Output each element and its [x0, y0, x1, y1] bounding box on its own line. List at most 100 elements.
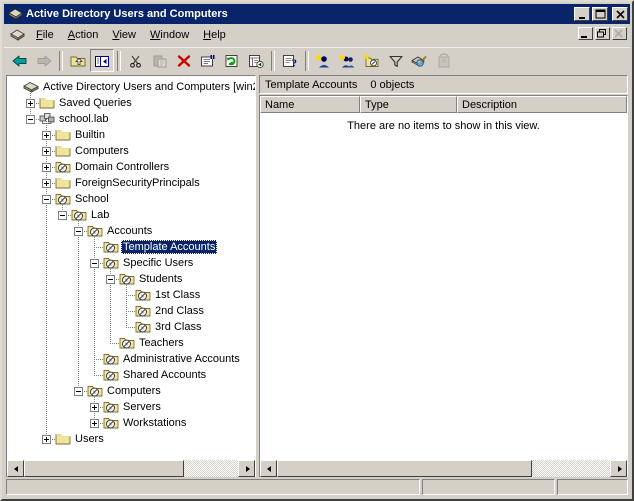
folder-icon — [55, 431, 71, 447]
window-minimize-button[interactable] — [574, 7, 590, 21]
refresh-button[interactable] — [220, 49, 244, 72]
cut-button[interactable] — [124, 49, 148, 72]
tree-node[interactable]: Domain Controllers — [7, 159, 255, 175]
expand-plus-icon[interactable] — [42, 163, 51, 172]
collapse-minus-icon[interactable] — [58, 211, 67, 220]
tree-node-label: School — [75, 193, 109, 205]
status-bar — [4, 477, 630, 497]
export-list-button[interactable] — [244, 49, 268, 72]
tree-node[interactable]: 3rd Class — [7, 319, 255, 335]
tree-node[interactable]: Computers — [7, 143, 255, 159]
tree-node[interactable]: Active Directory Users and Computers [wi… — [7, 79, 255, 95]
tree-scroll-track[interactable] — [24, 460, 238, 477]
find-button[interactable] — [408, 49, 432, 72]
collapse-minus-icon[interactable] — [42, 195, 51, 204]
expand-plus-icon[interactable] — [42, 179, 51, 188]
mdi-minimize-button[interactable] — [578, 27, 593, 40]
tree-node[interactable]: Students — [7, 271, 255, 287]
tree-node-label: Servers — [123, 401, 161, 413]
collapse-minus-icon[interactable] — [26, 115, 35, 124]
ou-icon — [135, 287, 151, 303]
tree-node[interactable]: Servers — [7, 399, 255, 415]
list-empty-message: There are no items to show in this view. — [347, 120, 540, 132]
mdi-restore-button[interactable] — [595, 27, 610, 40]
expand-plus-icon[interactable] — [26, 99, 35, 108]
list-scroll-right-arrow[interactable] — [610, 460, 627, 477]
expand-plus-icon[interactable] — [90, 419, 99, 428]
column-header-type[interactable]: Type — [360, 96, 457, 113]
new-user-button[interactable] — [312, 49, 336, 72]
tree-node[interactable]: Saved Queries — [7, 95, 255, 111]
new-group-button[interactable] — [336, 49, 360, 72]
ou-icon — [135, 303, 151, 319]
tree-node[interactable]: Administrative Accounts — [7, 351, 255, 367]
separator-3 — [271, 50, 275, 71]
saved-query-button — [432, 49, 456, 72]
tree-node[interactable]: Shared Accounts — [7, 367, 255, 383]
window-close-button[interactable] — [612, 7, 628, 21]
list-horizontal-scrollbar[interactable] — [260, 460, 627, 477]
tree-node[interactable]: Builtin — [7, 127, 255, 143]
collapse-minus-icon[interactable] — [90, 259, 99, 268]
expand-plus-icon[interactable] — [42, 147, 51, 156]
mdi-close-button — [612, 27, 627, 40]
tree-node[interactable]: 2nd Class — [7, 303, 255, 319]
tree-node[interactable]: Template Accounts — [7, 239, 255, 255]
separator-1 — [59, 50, 63, 71]
menu-window[interactable]: Window — [143, 27, 196, 43]
collapse-minus-icon[interactable] — [106, 275, 115, 284]
menu-view[interactable]: View — [105, 27, 143, 43]
application-window: Active Directory Users and Computers Fil… — [0, 0, 634, 501]
help-button[interactable]: ? — [278, 49, 302, 72]
tree-horizontal-scrollbar[interactable] — [7, 460, 255, 477]
list-body: Name Type Description There are no items t… — [259, 95, 628, 478]
expand-plus-icon[interactable] — [42, 435, 51, 444]
tree-node[interactable]: Users — [7, 431, 255, 447]
collapse-minus-icon[interactable] — [74, 227, 83, 236]
new-ou-button[interactable] — [360, 49, 384, 72]
list-scroll-track[interactable] — [277, 460, 610, 477]
tree-node[interactable]: 1st Class — [7, 287, 255, 303]
tree-node-label: Shared Accounts — [123, 369, 207, 381]
domain-icon — [39, 111, 55, 127]
up-one-level-button[interactable] — [66, 49, 90, 72]
column-header-name[interactable]: Name — [260, 96, 360, 113]
show-hide-tree-button[interactable] — [90, 49, 114, 72]
properties-button[interactable] — [196, 49, 220, 72]
tree-scroll-thumb[interactable] — [24, 460, 184, 477]
tree-node[interactable]: Computers — [7, 383, 255, 399]
menu-file[interactable]: File — [29, 27, 61, 43]
list-scroll-left-arrow[interactable] — [260, 460, 277, 477]
list-scroll-thumb[interactable] — [277, 460, 532, 477]
delete-button[interactable] — [172, 49, 196, 72]
tree-node[interactable]: Teachers — [7, 335, 255, 351]
column-header-description[interactable]: Description — [457, 96, 627, 113]
window-maximize-button[interactable] — [592, 7, 608, 21]
tree-node[interactable]: Lab — [7, 207, 255, 223]
window-controls — [574, 7, 628, 21]
tree-node-label: ForeignSecurityPrincipals — [75, 177, 200, 189]
tree-node-label: Workstations — [123, 417, 187, 429]
tree-node[interactable]: Specific Users — [7, 255, 255, 271]
tree-node[interactable]: Accounts — [7, 223, 255, 239]
expand-plus-icon[interactable] — [42, 131, 51, 140]
ou-icon — [103, 367, 119, 383]
filter-button[interactable] — [384, 49, 408, 72]
copy-button — [148, 49, 172, 72]
menu-help[interactable]: Help — [196, 27, 233, 43]
status-panel-3 — [557, 479, 628, 495]
tree-scroll-region: Active Directory Users and Computers [wi… — [7, 76, 255, 457]
tree-node[interactable]: School — [7, 191, 255, 207]
tree-node[interactable]: Workstations — [7, 415, 255, 431]
separator-2 — [117, 50, 121, 71]
tree-node-label: Saved Queries — [59, 97, 132, 109]
tree-scroll-right-arrow[interactable] — [238, 460, 255, 477]
expand-plus-icon[interactable] — [90, 403, 99, 412]
collapse-minus-icon[interactable] — [74, 387, 83, 396]
tree-scroll-left-arrow[interactable] — [7, 460, 24, 477]
tree-node[interactable]: school.lab — [7, 111, 255, 127]
tree-node[interactable]: ForeignSecurityPrincipals — [7, 175, 255, 191]
ou-icon — [103, 415, 119, 431]
back-button[interactable] — [8, 49, 32, 72]
menu-action[interactable]: Action — [61, 27, 106, 43]
